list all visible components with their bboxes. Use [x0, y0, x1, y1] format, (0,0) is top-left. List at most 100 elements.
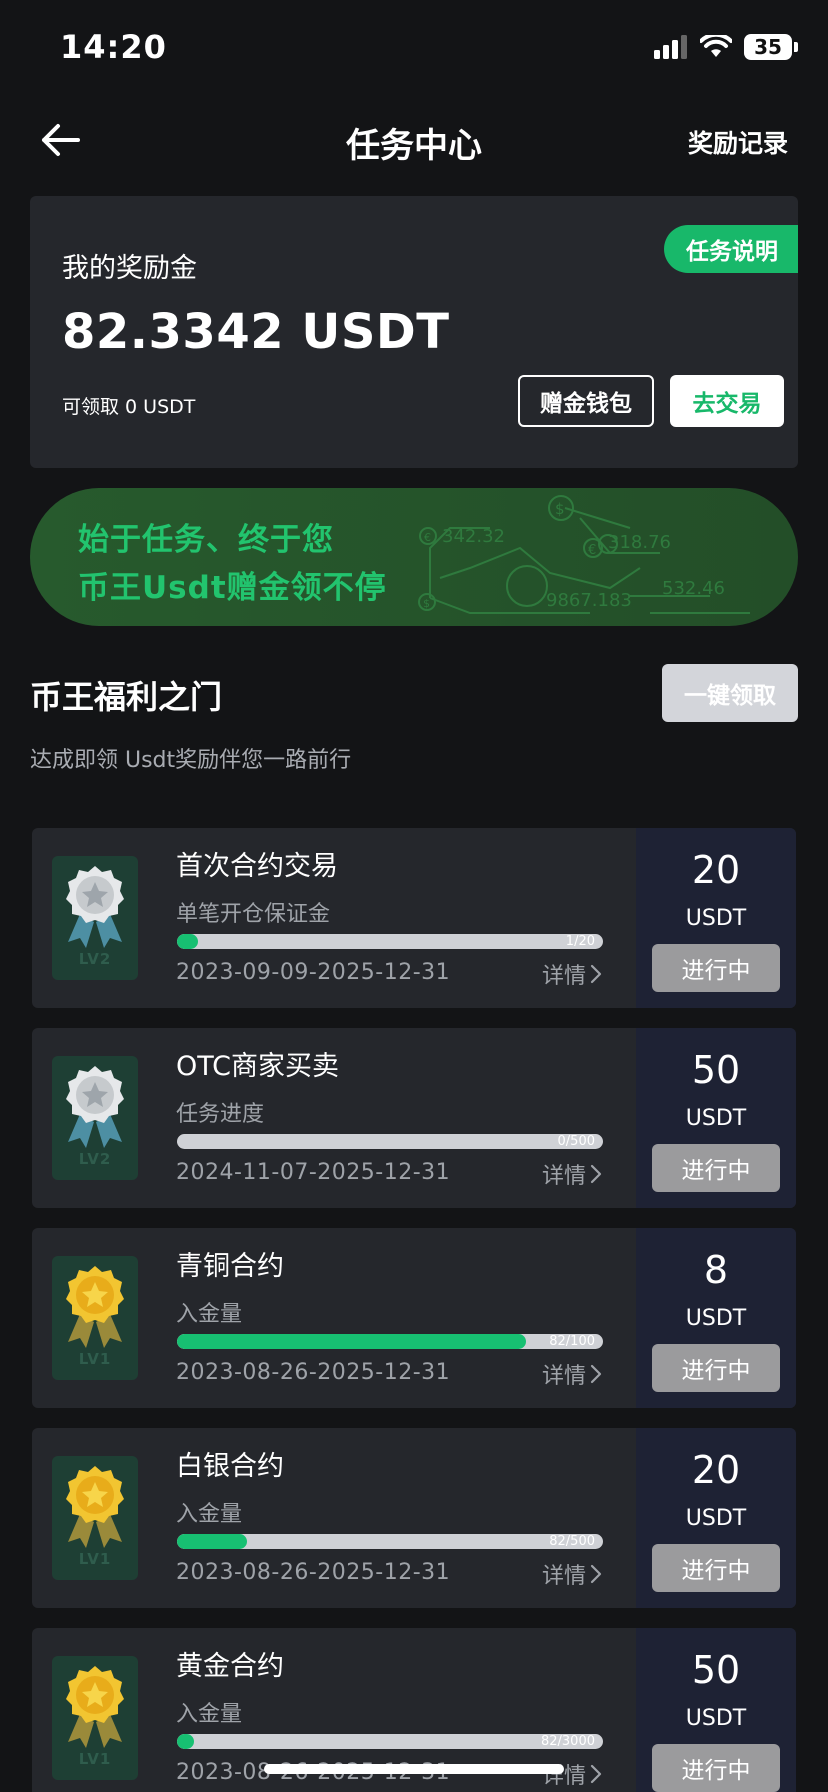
medal-level: LV2 [78, 1150, 112, 1168]
task-card[interactable]: LV2 首次合约交易 单笔开仓保证金 1/20 2023-09-09-2025-12-3… [32, 828, 796, 1008]
promo-banner[interactable]: 始于任务、终于您 币王Usdt赠金领不停 € $ $ € 342.32 318.… [30, 488, 798, 626]
reward-history-link[interactable]: 奖励记录 [688, 124, 788, 160]
battery-icon: 35 [744, 34, 798, 60]
claimable-amount: 可领取 0 USDT [62, 396, 196, 418]
progress-label: 82/100 [549, 1334, 595, 1349]
reward-unit: USDT [685, 1506, 747, 1531]
go-trade-button[interactable]: 去交易 [670, 375, 784, 427]
chart-decoration: € $ $ € 342.32 318.76 9867.183 532.46 [418, 495, 750, 614]
reward-panel: 20 USDT 进行中 [636, 1428, 796, 1608]
reward-unit: USDT [685, 1706, 747, 1731]
reward-unit: USDT [685, 1306, 747, 1331]
banner-line-2: 币王Usdt赠金领不停 [78, 570, 387, 606]
svg-text:$: $ [423, 597, 430, 610]
progress-label: 0/500 [557, 1134, 595, 1149]
task-date-range: 2023-09-09-2025-12-31 [176, 960, 451, 985]
progress-fill [177, 934, 199, 949]
detail-link[interactable]: 详情 [542, 958, 602, 990]
status-bar: 14:20 35 [0, 0, 828, 100]
progress-bar: 0/500 [177, 1134, 603, 1149]
reward-panel: 50 USDT 进行中 [636, 1028, 796, 1208]
banner-number-1: 342.32 [442, 526, 505, 547]
reward-panel: 8 USDT 进行中 [636, 1228, 796, 1408]
home-indicator [264, 1764, 564, 1774]
signal-icon [654, 35, 687, 59]
task-description-button[interactable]: 任务说明 [664, 225, 798, 273]
task-subtitle: 任务进度 [176, 1102, 265, 1127]
status-button[interactable]: 进行中 [652, 1744, 780, 1792]
task-date-range: 2023-08-26-2025-12-31 [176, 1360, 451, 1385]
detail-label: 详情 [542, 1764, 587, 1789]
svg-text:€: € [588, 543, 596, 558]
status-icons: 35 [654, 34, 798, 60]
bonus-wallet-button[interactable]: 赠金钱包 [518, 375, 654, 427]
task-subtitle: 入金量 [176, 1302, 243, 1327]
task-name: 黄金合约 [176, 1651, 284, 1682]
nav-bar: 任务中心 奖励记录 [0, 100, 828, 180]
reward-value: 20 [691, 848, 741, 892]
svg-text:$: $ [555, 500, 565, 518]
task-card[interactable]: LV1 白银合约 入金量 82/500 2023-08-26-2025-12-31 详情 2… [32, 1428, 796, 1608]
banner-number-4: 532.46 [662, 578, 725, 599]
reward-panel: 50 USDT 进行中 [636, 1628, 796, 1792]
reward-value: 20 [691, 1448, 741, 1492]
detail-label: 详情 [542, 964, 587, 989]
section-subtitle: 达成即领 Usdt奖励伴您一路前行 [30, 748, 352, 773]
task-card[interactable]: LV1 青铜合约入金量 82/100 2023-08-26-2025-12-31 详情 8… [32, 1228, 796, 1408]
task-name: 首次合约交易 [176, 851, 338, 882]
progress-bar: 1/20 [177, 934, 603, 949]
reward-value: 50 [691, 1048, 741, 1092]
reward-value: 8 [703, 1248, 729, 1292]
progress-label: 1/20 [565, 934, 595, 949]
claim-all-button[interactable]: 一键领取 [662, 664, 798, 722]
task-subtitle: 入金量 [176, 1702, 243, 1727]
medal-level: LV1 [78, 1550, 112, 1568]
status-button[interactable]: 进行中 [652, 1344, 780, 1392]
medal-icon: LV1 [52, 1256, 138, 1380]
detail-label: 详情 [542, 1364, 587, 1389]
banner-number-2: 318.76 [608, 532, 671, 553]
detail-label: 详情 [542, 1164, 587, 1189]
reward-card: 任务说明 我的奖励金 82.3342 USDT 可领取 0 USDT 赠金钱包 … [30, 196, 798, 468]
status-button[interactable]: 进行中 [652, 1544, 780, 1592]
task-date-range: 2023-08-26-2025-12-31 [176, 1560, 451, 1585]
medal-level: LV1 [78, 1750, 112, 1768]
chevron-right-icon [590, 964, 602, 984]
svg-text:€: € [424, 531, 431, 544]
task-date-range: 2024-11-07-2025-12-31 [176, 1160, 451, 1185]
reward-value: 50 [691, 1648, 741, 1692]
detail-link[interactable]: 详情 [542, 1158, 602, 1190]
progress-label: 82/3000 [540, 1734, 595, 1749]
status-time: 14:20 [60, 28, 167, 66]
progress-bar: 82/100 [177, 1334, 603, 1349]
medal-icon: LV2 [52, 856, 138, 980]
detail-link[interactable]: 详情 [542, 1558, 602, 1590]
reward-label: 我的奖励金 [62, 253, 197, 284]
medal-level: LV2 [78, 950, 112, 968]
chevron-right-icon [590, 1764, 602, 1784]
section-title: 币王福利之门 [30, 678, 223, 716]
status-button[interactable]: 进行中 [652, 944, 780, 992]
task-card[interactable]: LV2 OTC商家买卖任务进度 0/500 2024-11-07-2025-12-31… [32, 1028, 796, 1208]
detail-link[interactable]: 详情 [542, 1358, 602, 1390]
chevron-right-icon [590, 1564, 602, 1584]
chevron-right-icon [590, 1364, 602, 1384]
task-name: OTC商家买卖 [176, 1051, 340, 1082]
medal-level: LV1 [78, 1350, 112, 1368]
progress-fill [177, 1734, 195, 1749]
task-name: 白银合约 [176, 1451, 284, 1482]
medal-icon: LV1 [52, 1656, 138, 1780]
progress-label: 82/500 [549, 1534, 595, 1549]
reward-panel: 20 USDT 进行中 [636, 828, 796, 1008]
reward-unit: USDT [685, 1106, 747, 1131]
reward-amount: 82.3342 USDT [62, 304, 450, 360]
progress-bar: 82/500 [177, 1534, 603, 1549]
medal-icon: LV2 [52, 1056, 138, 1180]
banner-line-1: 始于任务、终于您 [78, 522, 334, 558]
status-button[interactable]: 进行中 [652, 1144, 780, 1192]
detail-label: 详情 [542, 1564, 587, 1589]
task-name: 青铜合约 [176, 1251, 284, 1282]
reward-unit: USDT [685, 906, 747, 931]
detail-link[interactable]: 详情 [542, 1758, 602, 1790]
progress-fill [177, 1334, 527, 1349]
